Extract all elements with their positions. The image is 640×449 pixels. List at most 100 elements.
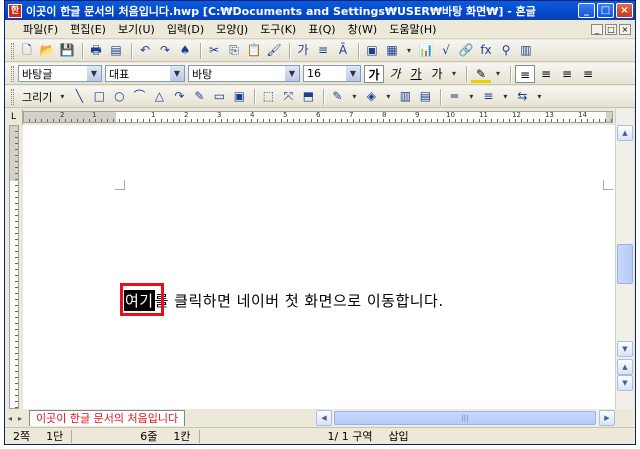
scroll-left-icon[interactable]: ◀ — [316, 410, 332, 426]
formula-icon[interactable]: √ — [437, 42, 455, 59]
style-select[interactable]: 바탕글 ▼ — [18, 65, 102, 82]
tab-next-icon[interactable]: ▸ — [15, 414, 25, 423]
new-doc-icon[interactable]: 🗋 — [18, 42, 36, 59]
vertical-scrollbar[interactable]: ▲ ▼ ▲ ▼ — [615, 109, 633, 409]
ellipse-tool-icon[interactable]: ○ — [110, 88, 128, 105]
selected-text-link[interactable]: 여기 — [120, 283, 164, 316]
vertical-scroll-thumb[interactable] — [617, 244, 633, 284]
menu-view[interactable]: 보기(U) — [112, 21, 161, 37]
app-logo-icon[interactable]: 한 — [8, 3, 22, 18]
menu-window[interactable]: 창(W) — [342, 21, 384, 37]
align-left-button[interactable]: ≡ — [536, 65, 556, 83]
italic-button[interactable]: 가 — [385, 65, 405, 83]
toolbar-grip[interactable] — [11, 65, 14, 82]
char-shape-icon[interactable]: 가 — [294, 42, 312, 59]
cut-icon[interactable]: ✂ — [205, 42, 223, 59]
bold-button[interactable]: 가 — [364, 64, 384, 83]
hyperlink-icon[interactable]: 🔗 — [457, 42, 475, 59]
chevron-down-icon[interactable]: ▾ — [465, 88, 477, 105]
open-icon[interactable]: 📂 — [38, 42, 56, 59]
rotate-object-icon[interactable]: ⤧ — [279, 88, 297, 105]
toolbar-grip[interactable] — [11, 42, 14, 59]
doc-minimize-button[interactable]: _ — [591, 23, 603, 35]
curve-tool-icon[interactable]: ↷ — [170, 88, 188, 105]
textbox-tool-icon[interactable]: ▭ — [210, 88, 228, 105]
ruler-strip[interactable]: 2 1 1 2 3 4 5 6 7 8 9 10 11 12 13 14 — [23, 111, 613, 123]
horizontal-ruler[interactable]: L 2 1 1 2 3 4 5 6 7 8 9 10 11 12 13 14 — [5, 109, 635, 125]
menu-help[interactable]: 도움말(H) — [383, 21, 442, 37]
paste-icon[interactable]: 📋 — [245, 42, 263, 59]
menu-file[interactable]: 파일(F) — [17, 21, 64, 37]
rectangle-tool-icon[interactable]: □ — [90, 88, 108, 105]
text-color-button[interactable]: ✎ — [471, 65, 491, 83]
title-bar[interactable]: 한 이곳이 한글 문서의 처음입니다.hwp [C:₩Documents and… — [5, 1, 635, 20]
chevron-down-icon[interactable]: ▾ — [448, 65, 460, 82]
underline-button[interactable]: 가 — [406, 65, 426, 83]
chart-icon[interactable]: 📊 — [417, 42, 435, 59]
chevron-down-icon[interactable]: ▾ — [382, 88, 394, 105]
doc-close-button[interactable]: × — [619, 23, 631, 35]
chevron-down-icon[interactable]: ▾ — [492, 65, 504, 82]
toolbar-grip[interactable] — [11, 88, 14, 105]
document-canvas[interactable]: 여기 를 클릭하면 네이버 첫 화면으로 이동합니다. — [23, 125, 615, 409]
document-paragraph[interactable]: 여기 를 클릭하면 네이버 첫 화면으로 이동합니다. — [120, 283, 444, 316]
redo-icon[interactable]: ↷ — [156, 42, 174, 59]
scroll-right-icon[interactable]: ▶ — [599, 410, 615, 426]
arrow-style-icon[interactable]: ⇆ — [513, 88, 531, 105]
align-right-button[interactable]: ≡ — [578, 65, 598, 83]
chevron-down-icon[interactable]: ▼ — [285, 66, 299, 81]
outline-button[interactable]: 가 — [427, 65, 447, 83]
line-color-icon[interactable]: ✎ — [328, 88, 346, 105]
save-icon[interactable]: 💾 — [58, 42, 76, 59]
chevron-down-icon[interactable]: ▼ — [346, 66, 360, 81]
font-select[interactable]: 바탕 ▼ — [188, 65, 300, 82]
picture-tool-icon[interactable]: ▣ — [230, 88, 248, 105]
style-icon[interactable]: Ā — [334, 42, 352, 59]
vertical-ruler[interactable] — [5, 125, 23, 409]
align-justify-button[interactable]: ≡ — [515, 64, 535, 83]
page-down-icon[interactable]: ▼ — [617, 375, 633, 391]
polygon-tool-icon[interactable]: △ — [150, 88, 168, 105]
order-front-icon[interactable]: ▥ — [396, 88, 414, 105]
fx-icon[interactable]: fx — [477, 42, 495, 59]
doc-restore-button[interactable]: □ — [605, 23, 617, 35]
close-button[interactable]: × — [616, 3, 633, 18]
chevron-down-icon[interactable]: ▼ — [87, 66, 101, 81]
select-object-icon[interactable]: ⬚ — [259, 88, 277, 105]
menu-tools[interactable]: 도구(K) — [254, 21, 302, 37]
find-icon[interactable]: ♠ — [176, 42, 194, 59]
menu-insert[interactable]: 입력(D) — [161, 21, 210, 37]
fill-color-icon[interactable]: ◈ — [362, 88, 380, 105]
arc-tool-icon[interactable]: ⌒ — [130, 88, 148, 105]
scroll-up-icon[interactable]: ▲ — [617, 125, 633, 141]
image-icon[interactable]: ▣ — [363, 42, 381, 59]
script-select[interactable]: 대표 ▼ — [105, 65, 185, 82]
insert-icon[interactable]: ⚲ — [497, 42, 515, 59]
print-icon[interactable]: 🖶 — [87, 42, 105, 59]
chevron-down-icon[interactable]: ▾ — [348, 88, 360, 105]
status-insert-mode[interactable]: 삽입 — [380, 428, 416, 444]
copy-icon[interactable]: ⎘ — [225, 42, 243, 59]
font-size-select[interactable]: 16 ▼ — [303, 65, 361, 82]
preview-icon[interactable]: ▤ — [107, 42, 125, 59]
menu-format[interactable]: 모양(J) — [210, 21, 254, 37]
tab-type-selector[interactable]: L — [5, 109, 23, 125]
format-paint-icon[interactable]: 🖌 — [265, 42, 283, 59]
pen-tool-icon[interactable]: ✎ — [190, 88, 208, 105]
group-object-icon[interactable]: ⬒ — [299, 88, 317, 105]
chevron-down-icon[interactable]: ▾ — [56, 88, 68, 105]
maximize-button[interactable]: □ — [597, 3, 614, 18]
tab-document[interactable]: 이곳이 한글 문서의 처음입니다 — [29, 410, 186, 426]
line-width-icon[interactable]: ≡ — [479, 88, 497, 105]
chevron-down-icon[interactable]: ▾ — [533, 88, 545, 105]
scroll-down-icon[interactable]: ▼ — [617, 341, 633, 357]
chevron-down-icon[interactable]: ▼ — [170, 66, 184, 81]
line-style-icon[interactable]: ═ — [445, 88, 463, 105]
undo-icon[interactable]: ↶ — [136, 42, 154, 59]
line-tool-icon[interactable]: ╲ — [70, 88, 88, 105]
table-dropdown-icon[interactable]: ▾ — [403, 42, 415, 59]
align-center-button[interactable]: ≡ — [557, 65, 577, 83]
extra-icon[interactable]: ▥ — [517, 42, 535, 59]
draw-menu-button[interactable]: 그리기 — [18, 89, 56, 105]
minimize-button[interactable]: _ — [578, 3, 595, 18]
